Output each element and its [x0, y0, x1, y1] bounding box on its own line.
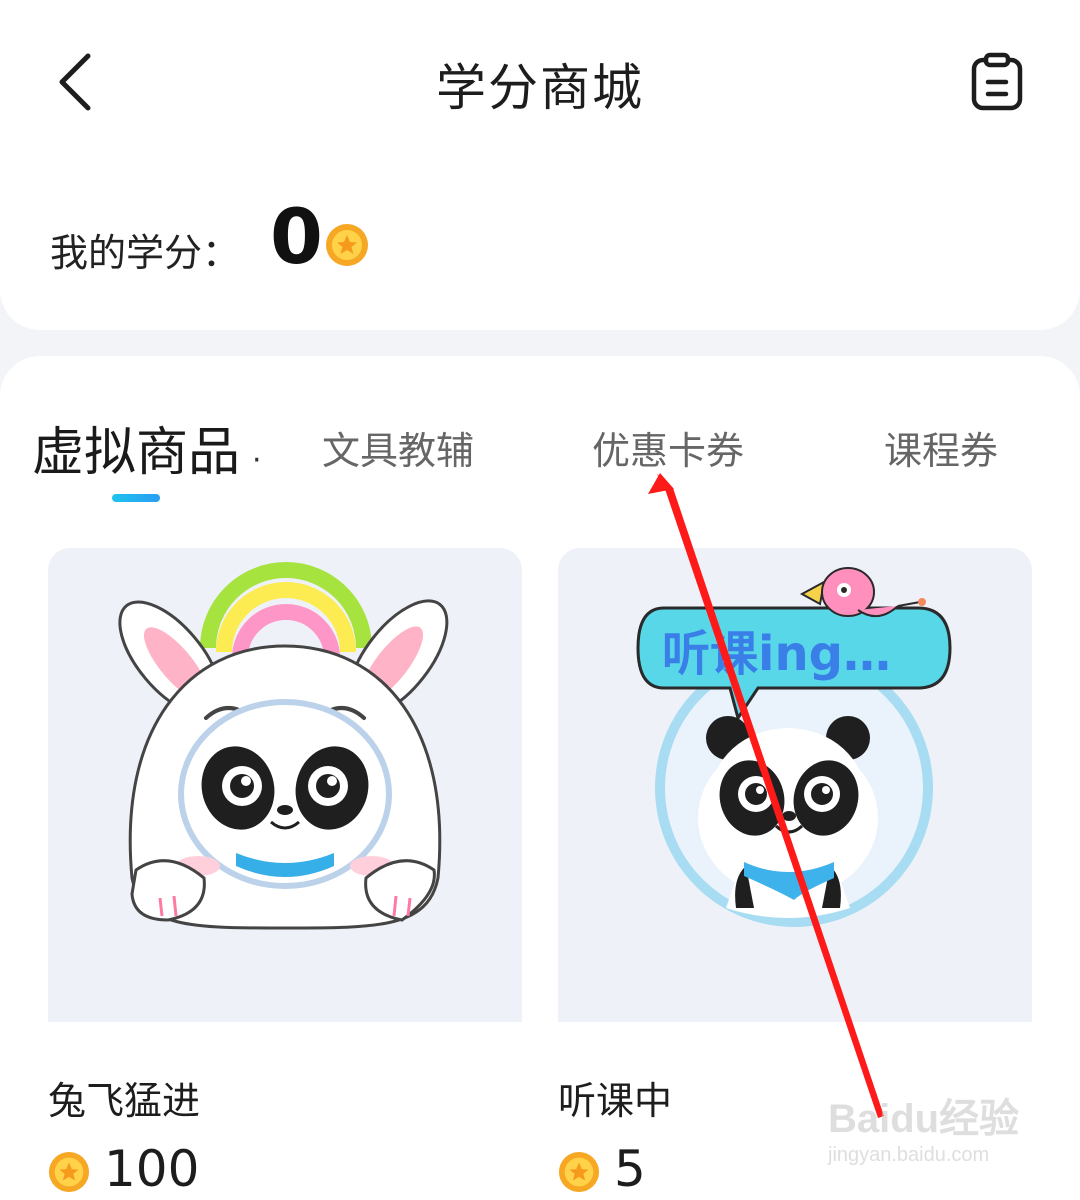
- watermark-logo: Baidu经验 jingyan.baidu.com: [828, 1097, 1020, 1166]
- clipboard-icon: [971, 52, 1023, 111]
- product-price: 100: [104, 1140, 200, 1198]
- listening-panda-avatar-icon: 听课ing…: [558, 548, 1032, 1022]
- orders-button[interactable]: [968, 52, 1028, 114]
- product-card[interactable]: 兔飞猛进 100: [48, 548, 522, 1200]
- gold-coin-icon: [558, 1151, 600, 1197]
- gold-coin-icon: [48, 1151, 90, 1197]
- tab-coupons[interactable]: 优惠卡券: [592, 420, 744, 475]
- tab-virtual-goods[interactable]: 虚拟商品: [32, 410, 240, 485]
- tab-stationery[interactable]: 文具教辅: [322, 420, 474, 475]
- product-name: 兔飞猛进: [48, 1079, 201, 1123]
- bunny-panda-avatar-icon: [48, 548, 522, 1022]
- credit-label: 我的学分：: [50, 231, 241, 275]
- gold-coin-icon: [325, 223, 369, 271]
- product-name: 听课中: [558, 1079, 673, 1123]
- tab-dot: ·: [252, 443, 262, 478]
- page-title: 学分商城: [436, 59, 644, 117]
- tab-indicator: [112, 494, 160, 502]
- tab-course-vouchers[interactable]: 课程券: [884, 420, 998, 475]
- credit-value: 0: [270, 192, 323, 281]
- svg-text:听课ing…: 听课ing…: [662, 626, 891, 682]
- product-price: 5: [614, 1140, 646, 1198]
